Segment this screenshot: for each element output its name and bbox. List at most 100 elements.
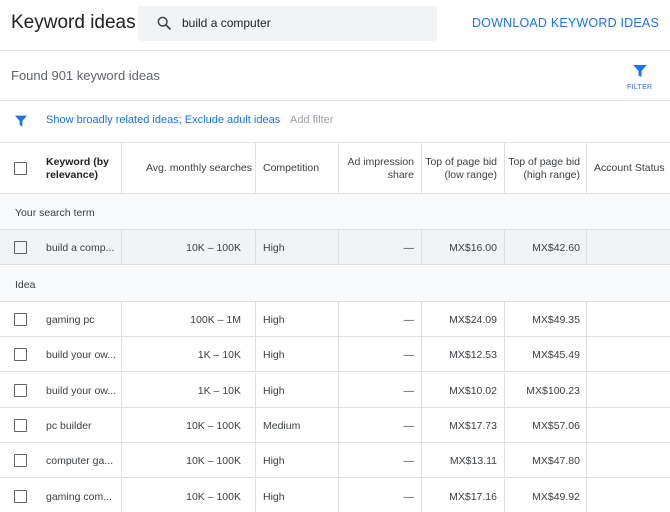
column-divider — [255, 443, 256, 478]
bid-low-cell: MX$16.00 — [449, 241, 497, 254]
column-header-keyword[interactable]: Keyword (by relevance) — [46, 143, 118, 194]
column-header-ad-impression-share[interactable]: Ad impression share — [339, 143, 414, 194]
competition-cell: High — [263, 313, 285, 326]
column-divider — [255, 337, 256, 372]
bid-high-cell: MX$57.06 — [532, 419, 580, 432]
table-header: Keyword (by relevance) Avg. monthly sear… — [0, 142, 670, 194]
keyword-cell[interactable]: build your ow... — [46, 337, 118, 372]
column-divider — [586, 337, 587, 372]
column-header-bid-low[interactable]: Top of page bid (low range) — [422, 143, 497, 194]
row-checkbox[interactable] — [14, 313, 27, 326]
bid-high-cell: MX$49.92 — [532, 490, 580, 503]
column-header-competition[interactable]: Competition — [263, 143, 338, 194]
column-divider — [255, 408, 256, 443]
keyword-cell[interactable]: pc builder — [46, 408, 118, 443]
add-filter-button[interactable]: Add filter — [290, 114, 333, 126]
row-checkbox[interactable] — [14, 348, 27, 361]
column-header-account-status[interactable]: Account Status — [594, 143, 670, 194]
top-bar: Keyword ideas build a computer DOWNLOAD … — [0, 0, 670, 48]
section-label: Your search term — [15, 207, 95, 219]
column-divider — [255, 143, 256, 194]
section-header-idea: Idea — [0, 266, 670, 302]
avg-monthly-searches-cell: 100K – 1M — [190, 313, 241, 326]
bid-high-cell: MX$100.23 — [526, 384, 580, 397]
bid-low-cell: MX$13.11 — [449, 454, 497, 467]
bid-low-cell: MX$17.73 — [449, 419, 497, 432]
ad-impression-share-cell: — — [403, 348, 415, 361]
row-checkbox[interactable] — [14, 490, 27, 503]
bid-high-cell: MX$42.60 — [532, 241, 580, 254]
bid-high-cell: MX$49.35 — [532, 313, 580, 326]
filter-button[interactable]: FILTER — [624, 60, 656, 94]
avg-monthly-searches-cell: 1K – 10K — [197, 384, 241, 397]
account-status-cell — [594, 230, 670, 265]
column-header-avg-monthly-searches[interactable]: Avg. monthly searches — [122, 143, 252, 194]
competition-cell: High — [263, 348, 285, 361]
account-status-cell — [594, 302, 670, 337]
account-status-cell — [594, 373, 670, 408]
ad-impression-share-cell: — — [403, 490, 415, 503]
bid-low-cell: MX$10.02 — [449, 384, 497, 397]
ad-impression-share-cell: — — [403, 419, 415, 432]
competition-cell: High — [263, 384, 285, 397]
filter-icon[interactable] — [13, 113, 29, 129]
column-divider — [586, 479, 587, 512]
section-header-search-term: Your search term — [0, 194, 670, 230]
column-header-bid-high[interactable]: Top of page bid (high range) — [505, 143, 580, 194]
table-row[interactable]: pc builder 10K – 100K Medium — MX$17.73 MX$57… — [0, 408, 670, 443]
avg-monthly-searches-cell: 10K – 100K — [186, 454, 241, 467]
table-row[interactable]: build a comp... 10K – 100K High — MX$16.… — [0, 230, 670, 265]
ad-impression-share-cell: — — [403, 384, 415, 397]
ad-impression-share-cell: — — [403, 313, 415, 326]
column-divider — [255, 230, 256, 265]
account-status-cell — [594, 337, 670, 372]
table-row[interactable]: build your ow... 1K – 10K High — MX$10.02 MX$… — [0, 373, 670, 408]
keyword-cell[interactable]: build a comp... — [46, 230, 118, 265]
column-divider — [255, 373, 256, 408]
table-row[interactable]: computer ga... 10K – 100K High — MX$13.11 MX$… — [0, 443, 670, 478]
table-row[interactable]: gaming com... 10K – 100K High — MX$17.16 MX$4… — [0, 479, 670, 512]
account-status-cell — [594, 408, 670, 443]
column-divider — [586, 443, 587, 478]
row-checkbox[interactable] — [14, 454, 27, 467]
bid-low-cell: MX$17.16 — [449, 490, 497, 503]
keyword-cell[interactable]: gaming pc — [46, 302, 118, 337]
search-input[interactable]: build a computer — [182, 16, 271, 30]
page-title: Keyword ideas — [11, 12, 136, 33]
table-row[interactable]: gaming pc 100K – 1M High — MX$24.09 MX$49.35 — [0, 302, 670, 337]
competition-cell: High — [263, 454, 285, 467]
keyword-cell[interactable]: computer ga... — [46, 443, 118, 478]
table-row[interactable]: build your ow... 1K – 10K High — MX$12.53 MX$… — [0, 337, 670, 372]
ad-impression-share-cell: — — [403, 241, 415, 254]
account-status-cell — [594, 443, 670, 478]
search-icon — [157, 16, 171, 30]
bid-low-cell: MX$12.53 — [449, 348, 497, 361]
search-box[interactable]: build a computer — [138, 6, 437, 41]
column-divider — [586, 302, 587, 337]
results-count: Found 901 keyword ideas — [11, 68, 160, 83]
row-checkbox[interactable] — [14, 384, 27, 397]
keyword-cell[interactable]: gaming com... — [46, 479, 118, 512]
competition-cell: High — [263, 490, 285, 503]
ad-impression-share-cell: — — [403, 454, 415, 467]
row-checkbox[interactable] — [14, 419, 27, 432]
bid-high-cell: MX$47.80 — [532, 454, 580, 467]
competition-cell: High — [263, 241, 285, 254]
keyword-cell[interactable]: build your ow... — [46, 373, 118, 408]
avg-monthly-searches-cell: 10K – 100K — [186, 241, 241, 254]
bid-low-cell: MX$24.09 — [449, 313, 497, 326]
section-label: Idea — [15, 279, 36, 291]
divider — [0, 50, 670, 51]
column-divider — [586, 230, 587, 265]
select-all-checkbox[interactable] — [14, 162, 27, 175]
column-divider — [255, 302, 256, 337]
filter-label: FILTER — [627, 84, 653, 91]
row-checkbox[interactable] — [14, 241, 27, 254]
filter-icon — [633, 65, 647, 77]
download-keyword-ideas-button[interactable]: DOWNLOAD KEYWORD IDEAS — [472, 16, 659, 30]
avg-monthly-searches-cell: 10K – 100K — [186, 419, 241, 432]
column-divider — [255, 479, 256, 512]
bid-high-cell: MX$45.49 — [532, 348, 580, 361]
divider — [0, 100, 670, 101]
applied-filters-link[interactable]: Show broadly related ideas; Exclude adul… — [46, 114, 280, 126]
